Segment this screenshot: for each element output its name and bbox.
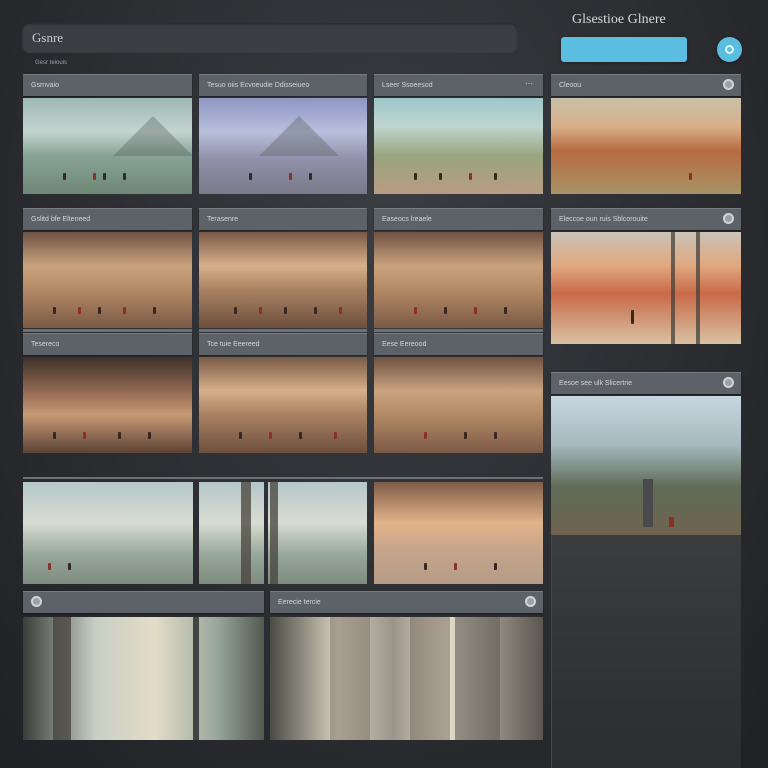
gallery-card[interactable] [23, 482, 193, 584]
card-image [551, 396, 741, 535]
gallery-card[interactable]: Eesoe see ulk Slicertrie [551, 372, 741, 535]
primary-action-button[interactable] [561, 37, 687, 62]
card-title [23, 591, 264, 613]
side-panel [551, 535, 741, 768]
card-title: Terasenre [199, 208, 367, 230]
gallery-card[interactable]: Eleccoe oun ruis Sblcorouite [551, 208, 741, 344]
card-title: Tesereco [23, 333, 192, 355]
card-image [23, 98, 192, 194]
row-divider [199, 329, 367, 332]
card-title: Eesoe see ulk Slicertrie [551, 372, 741, 394]
gallery-card[interactable]: Easeocs lreaele [374, 208, 543, 328]
section-label: Gesr teiouis [35, 60, 68, 66]
search-input[interactable] [22, 23, 512, 53]
card-image [268, 482, 367, 584]
card-image [23, 482, 193, 584]
gallery-card[interactable] [374, 482, 543, 584]
card-image [23, 232, 192, 328]
card-image [551, 232, 741, 344]
gallery-card[interactable]: Eerecie tercie [270, 591, 543, 740]
profile-button[interactable] [717, 37, 742, 62]
card-image [23, 617, 264, 740]
gallery-card[interactable]: Tesuo oiis Ecvoeudie Ddisseiueo [199, 74, 367, 194]
card-image [199, 98, 367, 194]
gallery-card[interactable]: Cleoou [551, 74, 741, 194]
gallery-card[interactable]: Gsrnvaio [23, 74, 192, 194]
gallery-card[interactable] [268, 482, 367, 584]
card-image [199, 482, 264, 584]
app-title: Glsestioe Glnere [572, 12, 666, 27]
card-image [374, 98, 543, 194]
card-title: Eleccoe oun ruis Sblcorouite [551, 208, 741, 230]
gallery-card[interactable]: Gslitd bfe Elteneed [23, 208, 192, 328]
gallery-card[interactable]: Lseer Ssoeesod ⋯ [374, 74, 543, 194]
card-image [551, 98, 741, 194]
gallery-card[interactable] [23, 591, 264, 740]
circle-icon [725, 45, 734, 54]
row-divider [374, 329, 543, 332]
row-divider [23, 329, 192, 332]
card-image [199, 232, 367, 328]
card-image [374, 232, 543, 328]
card-title: Eerecie tercie [270, 591, 543, 613]
gallery-card[interactable]: Tce tuie Eeereed [199, 333, 367, 453]
card-title: Eese Eereood [374, 333, 543, 355]
card-title: Gsrnvaio [23, 74, 192, 96]
card-title: Tce tuie Eeereed [199, 333, 367, 355]
info-icon[interactable] [723, 377, 734, 388]
info-icon[interactable] [525, 596, 536, 607]
info-icon[interactable] [723, 213, 734, 224]
gallery-card[interactable]: Eese Eereood [374, 333, 543, 453]
card-title: Gslitd bfe Elteneed [23, 208, 192, 230]
card-image [374, 482, 543, 584]
row-divider [23, 477, 543, 479]
gallery-card[interactable]: Terasenre [199, 208, 367, 328]
card-image [199, 357, 367, 453]
gallery-card[interactable]: Tesereco [23, 333, 192, 453]
card-title: Cleoou [551, 74, 741, 96]
card-image [374, 357, 543, 453]
search-bar[interactable] [22, 23, 518, 53]
card-title: Lseer Ssoeesod [374, 74, 543, 96]
info-icon[interactable] [31, 596, 42, 607]
card-image [23, 357, 192, 453]
info-icon[interactable] [723, 79, 734, 90]
card-title: Tesuo oiis Ecvoeudie Ddisseiueo [199, 74, 367, 96]
gallery-card[interactable] [199, 482, 264, 584]
card-image [270, 617, 543, 740]
card-title: Easeocs lreaele [374, 208, 543, 230]
menu-icon[interactable]: ⋯ [525, 79, 536, 90]
